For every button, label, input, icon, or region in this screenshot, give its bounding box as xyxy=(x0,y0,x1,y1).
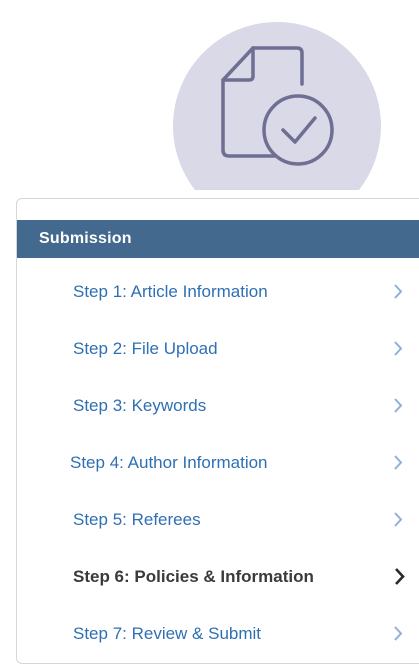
step-label: Step 3: Keywords xyxy=(73,396,207,415)
hero-banner xyxy=(0,0,419,190)
step-6-link-active[interactable]: Step 6: Policies & Information xyxy=(17,548,419,605)
chevron-right-icon xyxy=(394,284,403,299)
step-label: Step 7: Review & Submit xyxy=(73,624,262,643)
step-2-link[interactable]: Step 2: File Upload xyxy=(17,320,419,377)
step-label: Step 2: File Upload xyxy=(73,339,218,358)
document-check-icon xyxy=(221,46,334,166)
steps-list: Step 1: Article Information Step 2: File… xyxy=(17,263,419,662)
step-label: Step 5: Referees xyxy=(73,510,201,529)
step-1-link[interactable]: Step 1: Article Information xyxy=(17,263,419,320)
chevron-right-icon xyxy=(395,568,405,585)
panel-header: Submission xyxy=(17,220,419,258)
step-label: Step 1: Article Information xyxy=(73,282,268,301)
step-label: Step 6: Policies & Information xyxy=(73,567,314,586)
step-7-link[interactable]: Step 7: Review & Submit xyxy=(17,605,419,662)
submission-panel: Submission Step 1: Article Information S… xyxy=(16,198,419,664)
chevron-right-icon xyxy=(394,512,403,527)
chevron-right-icon xyxy=(394,398,403,413)
chevron-right-icon xyxy=(394,341,403,356)
step-3-link[interactable]: Step 3: Keywords xyxy=(17,377,419,434)
step-5-link[interactable]: Step 5: Referees xyxy=(17,491,419,548)
step-label: Step 4: Author Information xyxy=(70,453,268,472)
chevron-right-icon xyxy=(394,626,403,641)
step-4-link[interactable]: Step 4: Author Information xyxy=(17,434,419,491)
chevron-right-icon xyxy=(394,455,403,470)
